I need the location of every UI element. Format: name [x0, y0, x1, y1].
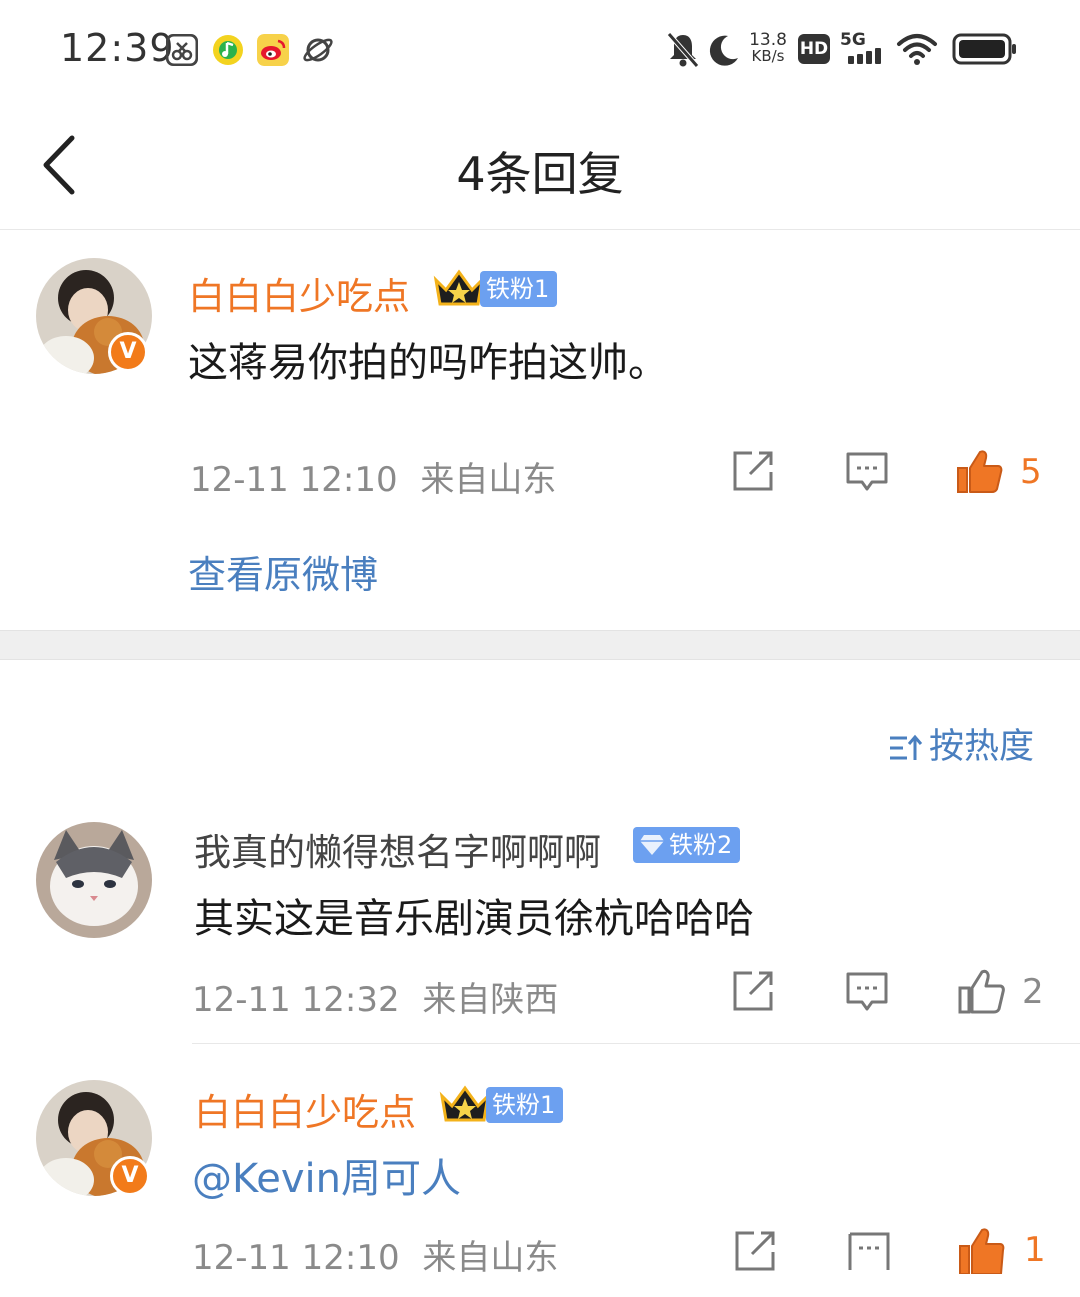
diamond-icon — [640, 835, 664, 855]
comment-username[interactable]: 白白白少吃点 — [188, 266, 410, 320]
reply-divider — [192, 1043, 1080, 1044]
verified-badge: V — [110, 1156, 150, 1196]
share-icon[interactable] — [732, 1228, 778, 1274]
scissors-app-icon — [166, 34, 198, 66]
comment-icon[interactable] — [846, 1228, 892, 1270]
like-icon[interactable] — [956, 966, 1006, 1016]
like-icon-active[interactable] — [956, 1224, 1006, 1274]
view-original-link[interactable]: 查看原微博 — [188, 544, 378, 599]
status-time: 12:39 — [60, 26, 175, 70]
fan-badge: 铁粉1 — [480, 271, 558, 307]
fan-badge: 铁粉1 — [486, 1087, 564, 1123]
fan-badge-label: 铁粉2 — [669, 831, 733, 859]
share-icon[interactable] — [730, 968, 776, 1014]
reply-username[interactable]: 我真的懒得想名字啊啊啊 — [194, 822, 601, 876]
reply-location: 来自陕西 — [422, 980, 559, 1020]
reply-timestamp: 12-11 12:32 — [192, 980, 400, 1020]
comment-icon[interactable] — [844, 968, 890, 1014]
signal-bars-icon — [848, 48, 881, 64]
net-speed-value: 13.8 — [749, 30, 787, 50]
like-count: 5 — [1020, 452, 1042, 492]
weibo-app-icon — [257, 34, 289, 66]
net-speed: 13.8 KB/s — [748, 30, 788, 65]
verified-badge: V — [108, 332, 148, 372]
signal-label: 5G — [840, 30, 866, 50]
wifi-icon — [897, 34, 937, 65]
net-speed-unit: KB/s — [751, 47, 785, 65]
fan-badge: 铁粉2 — [633, 827, 741, 863]
like-count: 2 — [1022, 972, 1044, 1012]
mute-icon — [667, 32, 699, 68]
comment-icon[interactable] — [844, 448, 890, 494]
reply-content[interactable]: @Kevin周可人 — [192, 1146, 461, 1204]
planet-app-icon — [303, 38, 333, 62]
crown-icon — [433, 269, 485, 306]
page-title: 4条回复 — [456, 147, 624, 201]
hd-badge: HD — [798, 34, 830, 64]
section-separator — [0, 630, 1080, 660]
reply-content: 其实这是音乐剧演员徐杭哈哈哈 — [194, 896, 754, 942]
reply-username[interactable]: 白白白少吃点 — [194, 1082, 416, 1136]
status-bar: 12:39 13.8 KB/s HD 5G — [0, 0, 1080, 100]
comment-timestamp: 12-11 12:10 — [190, 460, 398, 500]
crown-icon — [439, 1085, 491, 1122]
sort-icon — [889, 734, 923, 760]
music-app-icon — [213, 35, 243, 65]
reply-timestamp: 12-11 12:10 — [192, 1238, 400, 1278]
moon-icon — [709, 35, 738, 66]
reply-meta: 12-11 12:32 来自陕西 — [192, 972, 558, 1021]
comment-meta: 12-11 12:10 来自山东 — [190, 452, 556, 501]
share-icon[interactable] — [730, 448, 776, 494]
reply-location: 来自山东 — [422, 1238, 559, 1278]
sort-button[interactable]: 按热度 — [887, 718, 1034, 769]
sort-label: 按热度 — [928, 727, 1034, 767]
like-count: 1 — [1024, 1230, 1046, 1270]
comment-location: 来自山东 — [420, 460, 557, 500]
reply-meta: 12-11 12:10 来自山东 — [192, 1230, 558, 1279]
top-bar: 4条回复 — [0, 100, 1080, 230]
comment-content: 这蒋易你拍的吗咋拍这帅。 — [188, 340, 668, 386]
like-icon-active[interactable] — [954, 446, 1004, 496]
avatar[interactable] — [36, 822, 152, 938]
signal-indicator: 5G — [838, 30, 888, 66]
battery-icon — [952, 33, 1016, 65]
